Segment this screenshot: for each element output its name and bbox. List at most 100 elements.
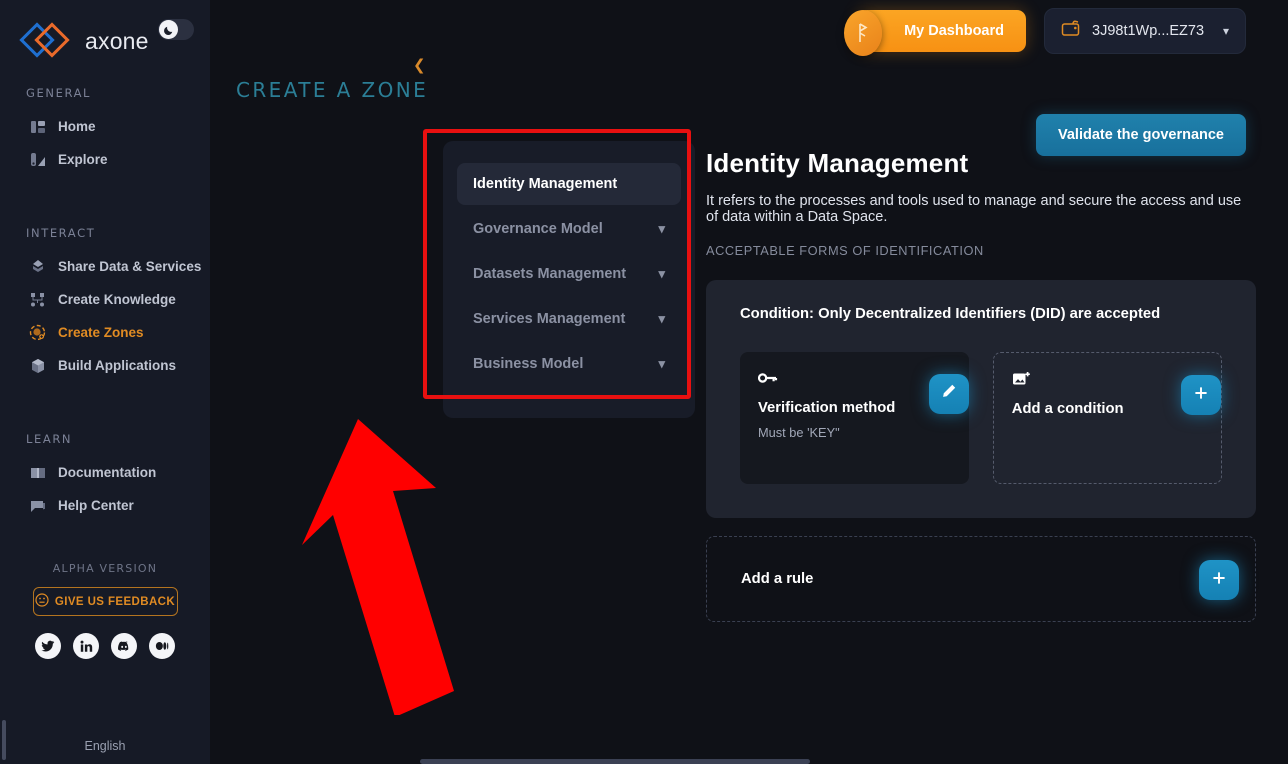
spacer	[0, 382, 210, 416]
share-upload-icon	[28, 257, 47, 276]
sidebar-item-label: Documentation	[58, 465, 156, 480]
condition-cards: Verification method Must be 'KEY" Add a	[740, 352, 1222, 484]
sidebar-item-help-center[interactable]: Help Center	[0, 489, 210, 522]
add-condition-card[interactable]: Add a condition	[993, 352, 1222, 484]
sidebar-item-share-data-services[interactable]: Share Data & Services	[0, 250, 210, 283]
content-heading: Identity Management	[706, 148, 1256, 179]
twitter-icon[interactable]	[35, 633, 61, 659]
steps-panel-wrapper: Identity Management Governance Model ▾ D…	[423, 129, 691, 399]
my-dashboard-label: My Dashboard	[904, 23, 1004, 39]
condition-panel: Condition: Only Decentralized Identifier…	[706, 280, 1256, 518]
sidebar-item-create-knowledge[interactable]: Create Knowledge	[0, 283, 210, 316]
sidebar-item-label: Build Applications	[58, 358, 176, 373]
topbar: My Dashboard 3J98t1Wp...EZ73 ▾	[858, 0, 1288, 62]
sidebar-collapse-chevron-left-icon[interactable]: ❮	[413, 58, 426, 73]
chevron-down-icon: ▾	[658, 266, 665, 282]
step-services-management[interactable]: Services Management ▾	[457, 298, 681, 340]
step-identity-management[interactable]: Identity Management	[457, 163, 681, 205]
dark-mode-toggle[interactable]	[158, 19, 194, 40]
cube-icon	[28, 356, 47, 375]
spacer	[0, 176, 210, 210]
app-root: axone GENERAL Home Explore	[0, 0, 1288, 764]
card-title: Verification method	[758, 400, 951, 416]
add-image-icon	[1012, 369, 1203, 389]
step-label: Governance Model	[473, 221, 603, 237]
step-label: Datasets Management	[473, 266, 626, 282]
card-subtitle: Must be 'KEY"	[758, 425, 951, 440]
rune-coin-icon	[844, 10, 882, 56]
step-datasets-management[interactable]: Datasets Management ▾	[457, 253, 681, 295]
chevron-down-icon: ▾	[1223, 24, 1229, 38]
step-label: Services Management	[473, 311, 625, 327]
chevron-down-icon: ▾	[658, 311, 665, 327]
sidebar-scrollbar[interactable]	[2, 720, 6, 760]
axone-diamond-logo-icon	[18, 22, 76, 60]
key-icon	[758, 368, 951, 388]
sidebar-heading-learn: LEARN	[0, 432, 210, 456]
discord-icon[interactable]	[111, 633, 137, 659]
card-title: Add a condition	[1012, 401, 1203, 417]
brand-name: axone	[85, 28, 149, 55]
sidebar-item-documentation[interactable]: Documentation	[0, 456, 210, 489]
knowledge-graph-icon	[28, 290, 47, 309]
step-governance-model[interactable]: Governance Model ▾	[457, 208, 681, 250]
feedback-face-icon	[35, 593, 49, 610]
wallet-icon	[1061, 20, 1081, 42]
sidebar: axone GENERAL Home Explore	[0, 0, 210, 764]
scrollbar-thumb[interactable]	[420, 759, 810, 764]
chat-bubble-icon	[28, 496, 47, 515]
add-rule-label: Add a rule	[741, 571, 813, 587]
feedback-button-label: GIVE US FEEDBACK	[55, 596, 175, 608]
horizontal-scrollbar[interactable]	[420, 759, 1288, 764]
my-dashboard-button[interactable]: My Dashboard	[858, 10, 1026, 52]
sidebar-item-home[interactable]: Home	[0, 110, 210, 143]
content-sublabel: ACCEPTABLE FORMS OF IDENTIFICATION	[706, 243, 1256, 258]
sidebar-section-learn: LEARN Documentation Help Center	[0, 432, 210, 522]
sidebar-item-label: Help Center	[58, 498, 134, 513]
sidebar-heading-general: GENERAL	[0, 76, 210, 110]
step-business-model[interactable]: Business Model ▾	[457, 343, 681, 385]
moon-icon	[159, 20, 178, 39]
verification-method-card[interactable]: Verification method Must be 'KEY"	[740, 352, 969, 484]
zones-icon	[28, 323, 47, 342]
sidebar-item-create-zones[interactable]: Create Zones	[0, 316, 210, 349]
pencil-edit-icon	[940, 383, 957, 405]
condition-title: Condition: Only Decentralized Identifier…	[740, 306, 1222, 322]
sidebar-item-label: Share Data & Services	[58, 259, 201, 274]
sidebar-item-label: Create Knowledge	[58, 292, 176, 307]
wallet-selector[interactable]: 3J98t1Wp...EZ73 ▾	[1044, 8, 1246, 54]
add-rule-panel[interactable]: Add a rule	[706, 536, 1256, 622]
linkedin-icon[interactable]	[73, 633, 99, 659]
page-title: CREATE A ZONE	[236, 78, 428, 102]
plus-icon	[1211, 570, 1227, 591]
step-label: Identity Management	[473, 176, 617, 192]
medium-icon[interactable]	[149, 633, 175, 659]
sidebar-heading-interact: INTERACT	[0, 226, 210, 250]
add-condition-button[interactable]	[1181, 375, 1221, 415]
step-label: Business Model	[473, 356, 583, 372]
social-links	[0, 633, 210, 659]
wallet-address: 3J98t1Wp...EZ73	[1092, 23, 1204, 39]
content-description: It refers to the processes and tools use…	[706, 193, 1256, 225]
language-selector[interactable]: English	[0, 739, 210, 753]
book-icon	[28, 463, 47, 482]
steps-panel: Identity Management Governance Model ▾ D…	[443, 141, 695, 418]
content-area: Identity Management It refers to the pro…	[706, 148, 1256, 622]
sidebar-item-label: Home	[58, 119, 96, 134]
dashboard-icon	[28, 117, 47, 136]
plus-icon	[1193, 385, 1209, 406]
spacer	[0, 522, 210, 544]
alpha-version-label: ALPHA VERSION	[0, 562, 210, 575]
sidebar-item-label: Create Zones	[58, 325, 144, 340]
sidebar-item-explore[interactable]: Explore	[0, 143, 210, 176]
sidebar-item-build-applications[interactable]: Build Applications	[0, 349, 210, 382]
sidebar-section-interact: INTERACT Share Data & Services Create Kn…	[0, 226, 210, 382]
explore-icon	[28, 150, 47, 169]
add-rule-button[interactable]	[1199, 560, 1239, 600]
chevron-down-icon: ▾	[658, 356, 665, 372]
sidebar-item-label: Explore	[58, 152, 108, 167]
give-us-feedback-button[interactable]: GIVE US FEEDBACK	[33, 587, 178, 616]
edit-verification-method-button[interactable]	[929, 374, 969, 414]
main-area: ❮ My Dashboard 3J98t1Wp...EZ73 ▾ CREATE …	[210, 0, 1288, 764]
sidebar-section-general: GENERAL Home Explore	[0, 76, 210, 176]
